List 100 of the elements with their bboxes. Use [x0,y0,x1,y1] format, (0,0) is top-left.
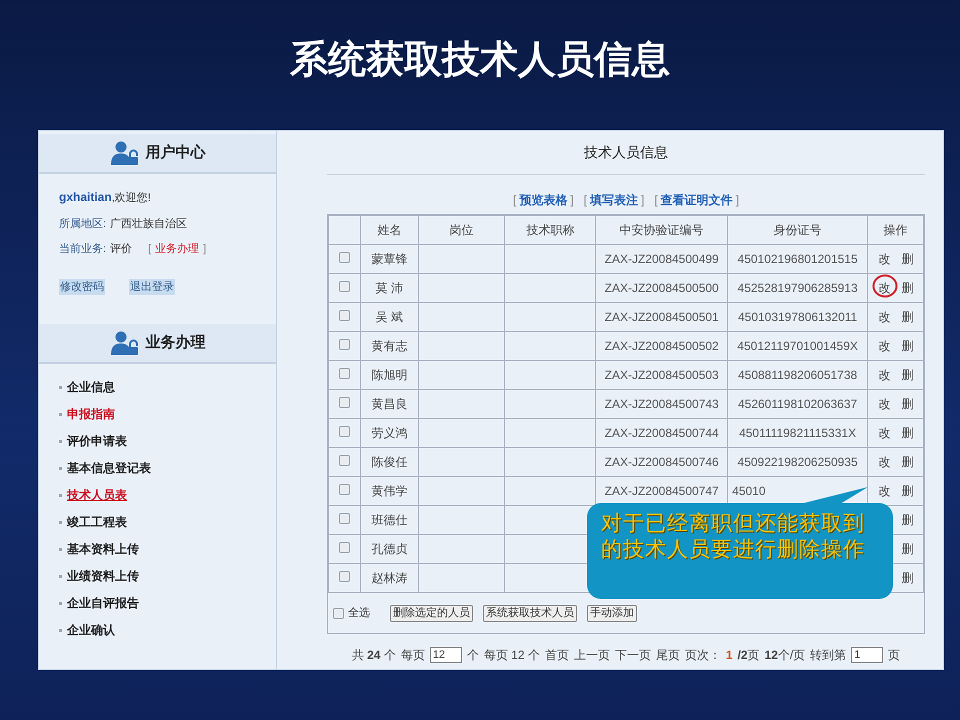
delete-link[interactable]: 删 [902,453,914,471]
table-cell: 452601198102063637 [728,390,868,418]
menu-item[interactable]: 业绩资料上传 [67,567,139,585]
checkbox[interactable] [338,281,350,292]
pagination-text: 共 24 个 [352,647,396,664]
business-label: 当前业务: [59,242,106,257]
person-icon [110,141,138,165]
account-link[interactable]: 修改密码 [59,278,105,295]
column-header: 操作 [868,216,924,244]
pagination-text: 转到第 [810,647,846,664]
table-cell: ZAX-JZ20084500502 [596,332,728,360]
table-cell: 黄有志 [360,332,418,360]
person-icon [110,331,138,355]
pagination-link[interactable]: 尾页 [656,646,680,664]
table-cell: 450881198206051738 [728,360,868,390]
pagination-text: 每页 [400,647,425,664]
checkbox[interactable] [338,397,350,408]
bullet-icon [59,466,62,470]
bullet-icon [59,520,62,524]
menu-item[interactable]: 企业自评报告 [67,594,139,612]
delete-link[interactable]: 删 [902,366,914,384]
page-input[interactable]: 12 [430,647,462,663]
edit-link[interactable]: 改 [878,308,891,326]
table-cell: 黄昌良 [360,390,418,418]
bracket: ] [736,192,740,209]
delete-link[interactable]: 删 [902,482,914,500]
delete-link[interactable]: 删 [902,250,914,268]
checkbox[interactable] [338,571,350,582]
table-link[interactable]: 查看证明文件 [660,191,733,209]
menu-item[interactable]: 申报指南 [67,405,115,423]
checkbox[interactable] [338,455,350,466]
select-all-label: 全选 [348,606,370,621]
checkbox[interactable] [338,368,350,379]
table-cell: ZAX-JZ20084500746 [596,448,728,476]
edit-link[interactable]: 改 [878,453,891,471]
table-cell: 劳义鸿 [360,418,418,448]
edit-link[interactable]: 改 [878,482,891,500]
menu-item[interactable]: 企业确认 [67,621,115,639]
checkbox[interactable] [338,339,350,350]
pagination-link[interactable]: 首页 [544,646,569,664]
edit-link[interactable]: 改 [878,337,891,355]
delete-link[interactable]: 删 [902,279,914,297]
pagination-link[interactable]: 下一页 [614,646,651,664]
business-value: 评价 [110,242,132,257]
action-button[interactable]: 手动添加 [587,604,637,622]
checkbox[interactable] [338,484,350,495]
account-link[interactable]: 退出登录 [129,278,175,295]
page-input[interactable]: 1 [851,647,884,663]
table-link[interactable]: 填写表注 [590,191,638,209]
business-link[interactable]: 业务办理 [155,241,200,258]
menu-item[interactable]: 企业信息 [67,378,115,396]
delete-link[interactable]: 删 [902,424,914,442]
checkbox[interactable] [338,542,350,553]
bullet-icon [59,548,62,550]
table-cell: 450103197806132011 [728,302,868,332]
pagination-text: 12个/页 [764,647,806,664]
action-button[interactable]: 系统获取技术人员 [483,604,577,622]
table-cell: 45012119701001459X [728,332,868,360]
checkbox[interactable] [338,513,350,524]
bullet-icon [59,440,62,442]
delete-link[interactable]: 删 [902,511,914,529]
checkbox[interactable] [338,310,350,321]
slide-title: 系统获取技术人员信息 [290,38,670,83]
pagination-text: 页次： [684,647,721,664]
menu-item[interactable]: 评价申请表 [67,432,127,450]
panel-title: 用户中心 [146,142,206,163]
delete-link[interactable]: 删 [902,540,914,558]
table-cell: ZAX-JZ20084500743 [596,390,728,418]
table-cell: 陈旭明 [360,360,418,390]
table-cell: 吴 斌 [360,302,418,332]
table-cell: ZAX-JZ20084500501 [596,302,728,332]
menu-item[interactable]: 竣工工程表 [67,513,127,531]
menu-item[interactable]: 基本资料上传 [67,540,139,558]
delete-link[interactable]: 删 [902,337,914,355]
edit-link[interactable]: 改 [878,395,891,413]
menu-item[interactable]: 技术人员表 [67,486,127,504]
menu-item[interactable]: 基本信息登记表 [67,459,151,477]
column-header: 中安协验证编号 [596,216,728,244]
delete-link[interactable]: 删 [902,569,914,587]
edit-link[interactable]: 改 [878,366,891,384]
table-link[interactable]: 预览表格 [519,191,568,209]
checkbox[interactable] [333,608,344,618]
table-cell: 孔德贞 [360,534,418,564]
edit-link[interactable]: 改 [878,250,891,268]
bracket: [ [148,242,152,257]
delete-link[interactable]: 删 [902,395,914,413]
pagination-text: /2页 [738,647,760,664]
checkbox[interactable] [338,426,350,437]
action-button[interactable]: 删除选定的人员 [390,604,473,622]
checkbox[interactable] [338,252,350,263]
region-label: 所属地区: [59,216,106,232]
bullet-icon [59,574,62,578]
pagination-link[interactable]: 上一页 [574,646,610,664]
table-cell: ZAX-JZ20084500744 [596,418,728,448]
bullet-icon [59,386,62,388]
delete-link[interactable]: 删 [902,308,914,326]
pagination-text: 每页 12 个 [484,647,540,664]
edit-link[interactable]: 改 [878,424,891,442]
panel-title: 业务办理 [146,332,206,353]
table-cell: 莫 沛 [360,274,418,302]
